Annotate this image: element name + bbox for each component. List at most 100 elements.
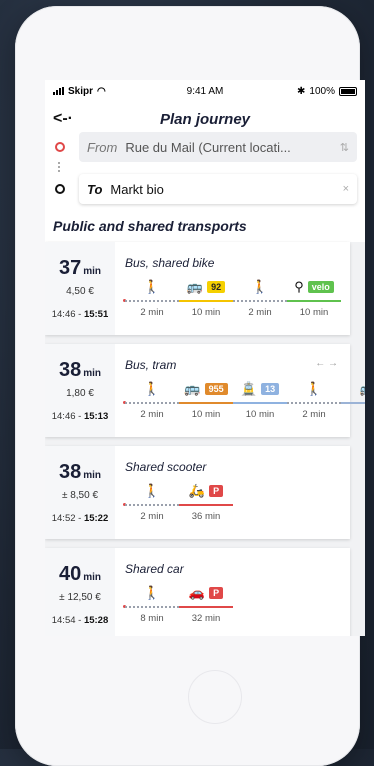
duration-unit: min [83, 368, 102, 379]
leg-duration: 2 min [248, 307, 272, 318]
transport-mode-icon: 🚶 [143, 483, 161, 498]
journey-list: 37 min 4,50 €14:46 - 15:51 Bus, shared bike… [45, 242, 365, 636]
leg-duration: 8 min [140, 613, 164, 624]
phone-frame: Skipr ◠ 9:41 AM ✱ 100% <-· Plan journey … [15, 6, 365, 766]
leg-line [233, 300, 287, 302]
journey-details: Bus, shared bike 🚶 2 min 🚌 92 10 min 🚶 2 min ⚲ ve… [115, 242, 350, 335]
leg-line [341, 402, 365, 404]
leg-icons: 🚶 [144, 278, 160, 296]
leg-duration: 10 min [299, 307, 329, 318]
battery-icon [339, 86, 357, 96]
swap-icon[interactable]: ⇅ [340, 141, 349, 154]
leg-duration: 32 min [191, 613, 221, 624]
leg-icons: 🚌 955 [184, 380, 228, 398]
journey-leg: 🚶 2 min [287, 380, 341, 420]
transport-mode-icon: 🚗 [188, 585, 206, 600]
journey-times: 14:46 - 15:51 [52, 309, 109, 320]
duration-value: 38 [58, 359, 82, 381]
journey-card[interactable]: 38 min 1,80 € 14:46 - 15:13 Bus, tram ← → 🚶 2 m… [45, 344, 365, 437]
journey-leg: 🚶 2 min [125, 482, 179, 522]
journey-price: 4,50 € [66, 286, 94, 297]
journey-leg: 🚶 2 min [233, 278, 287, 318]
clear-icon[interactable]: × [343, 183, 349, 195]
journey-leg: 🚌 955 10 min [179, 380, 233, 420]
leg-line [125, 504, 179, 506]
line-badge: P [209, 587, 224, 599]
to-label: To [87, 181, 103, 197]
arrive-time: 15:13 [83, 411, 109, 422]
journey-leg: ⚲ velo 10 min [287, 278, 341, 318]
leg-line [125, 606, 179, 608]
leg-line [287, 300, 341, 302]
app-screen: Skipr ◠ 9:41 AM ✱ 100% <-· Plan journey … [45, 80, 365, 636]
journey-summary: 37 min 4,50 € 14:46 - 15:51 [45, 242, 115, 335]
leg-duration: 10 min [245, 409, 275, 420]
journey-duration: 38 min [59, 461, 101, 484]
journey-leg: 🛵 P 36 min [179, 482, 233, 522]
leg-duration: 10 min [191, 409, 221, 420]
journey-card[interactable]: 38 min ± 8,50 € 14:52 - 15:22 Shared scooter… [45, 446, 350, 539]
journey-card[interactable]: 40 min ± 12,50 € 14:54 - 15:28 Shared car 🚶 8 … [45, 548, 350, 636]
leg-icons: ⚲ velo [294, 278, 334, 296]
leg-duration: 36 min [191, 511, 221, 522]
journey-summary: 38 min ± 8,50 € 14:52 - 15:22 [45, 446, 115, 539]
arrive-time: 15:51 [83, 309, 109, 320]
leg-line [125, 402, 179, 404]
leg-duration: 2 min [140, 409, 164, 420]
journey-price: 1,80 € [66, 388, 94, 399]
to-field[interactable]: To Markt bio × [79, 174, 357, 204]
scroll-arrows-icon[interactable]: ← → [315, 358, 338, 369]
bluetooth-icon: ✱ [297, 85, 306, 97]
from-row: From Rue du Mail (Current locati... ⇅ [53, 132, 357, 162]
duration-unit: min [83, 470, 102, 481]
home-button[interactable] [188, 670, 242, 724]
leg-line [179, 402, 233, 404]
journey-card[interactable]: 37 min 4,50 € 14:46 - 15:51 Bus, shared bike… [45, 242, 350, 335]
journey-times: 14:46 - 15:13 [52, 411, 109, 422]
leg-icons: 🚶 [144, 584, 160, 602]
journey-mode: Bus, tram [125, 358, 177, 372]
journey-legs: 🚶 8 min 🚗 P 32 min [125, 584, 233, 624]
status-time: 9:41 AM [186, 85, 224, 97]
duration-value: 37 [58, 257, 82, 279]
journey-legs: 🚶2 min🚌95510 min🚊1310 min🚶2 min🚌1 [125, 380, 365, 420]
transport-mode-icon: 🛵 [188, 483, 206, 498]
to-row: To Markt bio × [53, 174, 357, 204]
leg-duration: 10 min [191, 307, 221, 318]
leg-line [233, 402, 287, 404]
leg-line [179, 606, 233, 608]
journey-leg: 🚌 92 10 min [179, 278, 233, 318]
leg-icons: 🚶 [144, 482, 160, 500]
journey-summary: 38 min 1,80 € 14:46 - 15:13 [45, 344, 115, 437]
signal-icon [53, 87, 64, 95]
journey-leg: 🚗 P 32 min [179, 584, 233, 624]
battery-percent: 100% [309, 85, 335, 97]
leg-line [179, 504, 233, 506]
transport-mode-icon: 🚶 [143, 279, 161, 294]
leg-icons: 🛵 P [188, 482, 224, 500]
section-title: Public and shared transports [53, 218, 247, 234]
journey-duration: 38 min [59, 359, 101, 382]
journey-price: ± 12,50 € [59, 592, 101, 603]
page-title: Plan journey [159, 110, 251, 128]
transport-mode-icon: 🚌 [186, 279, 204, 294]
journey-legs: 🚶 2 min 🛵 P 36 min [125, 482, 233, 522]
line-badge: velo [307, 281, 334, 293]
transport-mode-icon: 🚊 [240, 381, 258, 396]
carrier: Skipr ◠ [53, 86, 106, 97]
back-button[interactable]: <-· [53, 110, 73, 128]
line-badge: P [209, 485, 224, 497]
transport-mode-icon: 🚌 [360, 381, 365, 397]
transport-mode-icon: 🚶 [251, 279, 269, 294]
leg-icons: 🚗 P [188, 584, 224, 602]
from-field[interactable]: From Rue du Mail (Current locati... ⇅ [79, 132, 357, 162]
duration-value: 40 [58, 563, 82, 585]
carrier-name: Skipr [68, 85, 94, 97]
destination-dot-icon [55, 184, 65, 194]
line-badge: 13 [261, 383, 280, 395]
leg-icons: 🚶 [306, 380, 322, 398]
transport-mode-icon: ⚲ [294, 279, 304, 294]
leg-line [125, 300, 179, 302]
route-connector [58, 162, 60, 174]
journey-legs: 🚶 2 min 🚌 92 10 min 🚶 2 min ⚲ velo 10 min [125, 278, 341, 318]
